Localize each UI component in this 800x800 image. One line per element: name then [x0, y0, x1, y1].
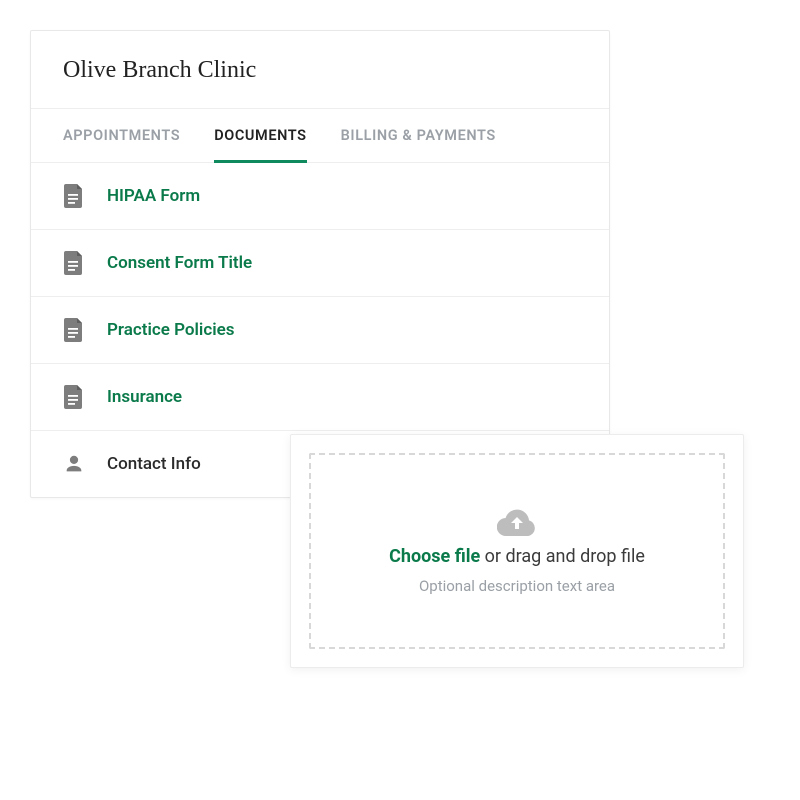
document-icon	[63, 250, 85, 276]
document-row-insurance[interactable]: Insurance	[31, 364, 609, 431]
tab-appointments[interactable]: APPOINTMENTS	[63, 109, 180, 163]
drop-zone[interactable]: Choose file or drag and drop file Option…	[309, 453, 725, 649]
clinic-panel: Olive Branch Clinic APPOINTMENTS DOCUMEN…	[30, 30, 610, 498]
drop-rest-text: or drag and drop file	[480, 546, 645, 567]
document-icon	[63, 183, 85, 209]
document-row-policies[interactable]: Practice Policies	[31, 297, 609, 364]
document-label: Consent Form Title	[107, 253, 252, 273]
document-label: Practice Policies	[107, 320, 235, 340]
document-label: HIPAA Form	[107, 186, 200, 206]
upload-card: Choose file or drag and drop file Option…	[290, 434, 744, 668]
tab-billing-payments[interactable]: BILLING & PAYMENTS	[341, 109, 496, 163]
document-row-consent[interactable]: Consent Form Title	[31, 230, 609, 297]
upload-cloud-icon	[497, 508, 537, 536]
person-icon	[63, 451, 85, 477]
document-label: Insurance	[107, 387, 182, 407]
document-row-hipaa[interactable]: HIPAA Form	[31, 163, 609, 230]
drop-line: Choose file or drag and drop file	[389, 546, 645, 567]
drop-subtext: Optional description text area	[419, 577, 615, 595]
document-icon	[63, 384, 85, 410]
choose-file-text: Choose file	[389, 546, 480, 567]
tab-bar: APPOINTMENTS DOCUMENTS BILLING & PAYMENT…	[31, 109, 609, 163]
document-icon	[63, 317, 85, 343]
tab-documents[interactable]: DOCUMENTS	[214, 109, 306, 163]
panel-header: Olive Branch Clinic	[31, 31, 609, 109]
clinic-title: Olive Branch Clinic	[63, 57, 577, 84]
contact-label: Contact Info	[107, 454, 201, 474]
